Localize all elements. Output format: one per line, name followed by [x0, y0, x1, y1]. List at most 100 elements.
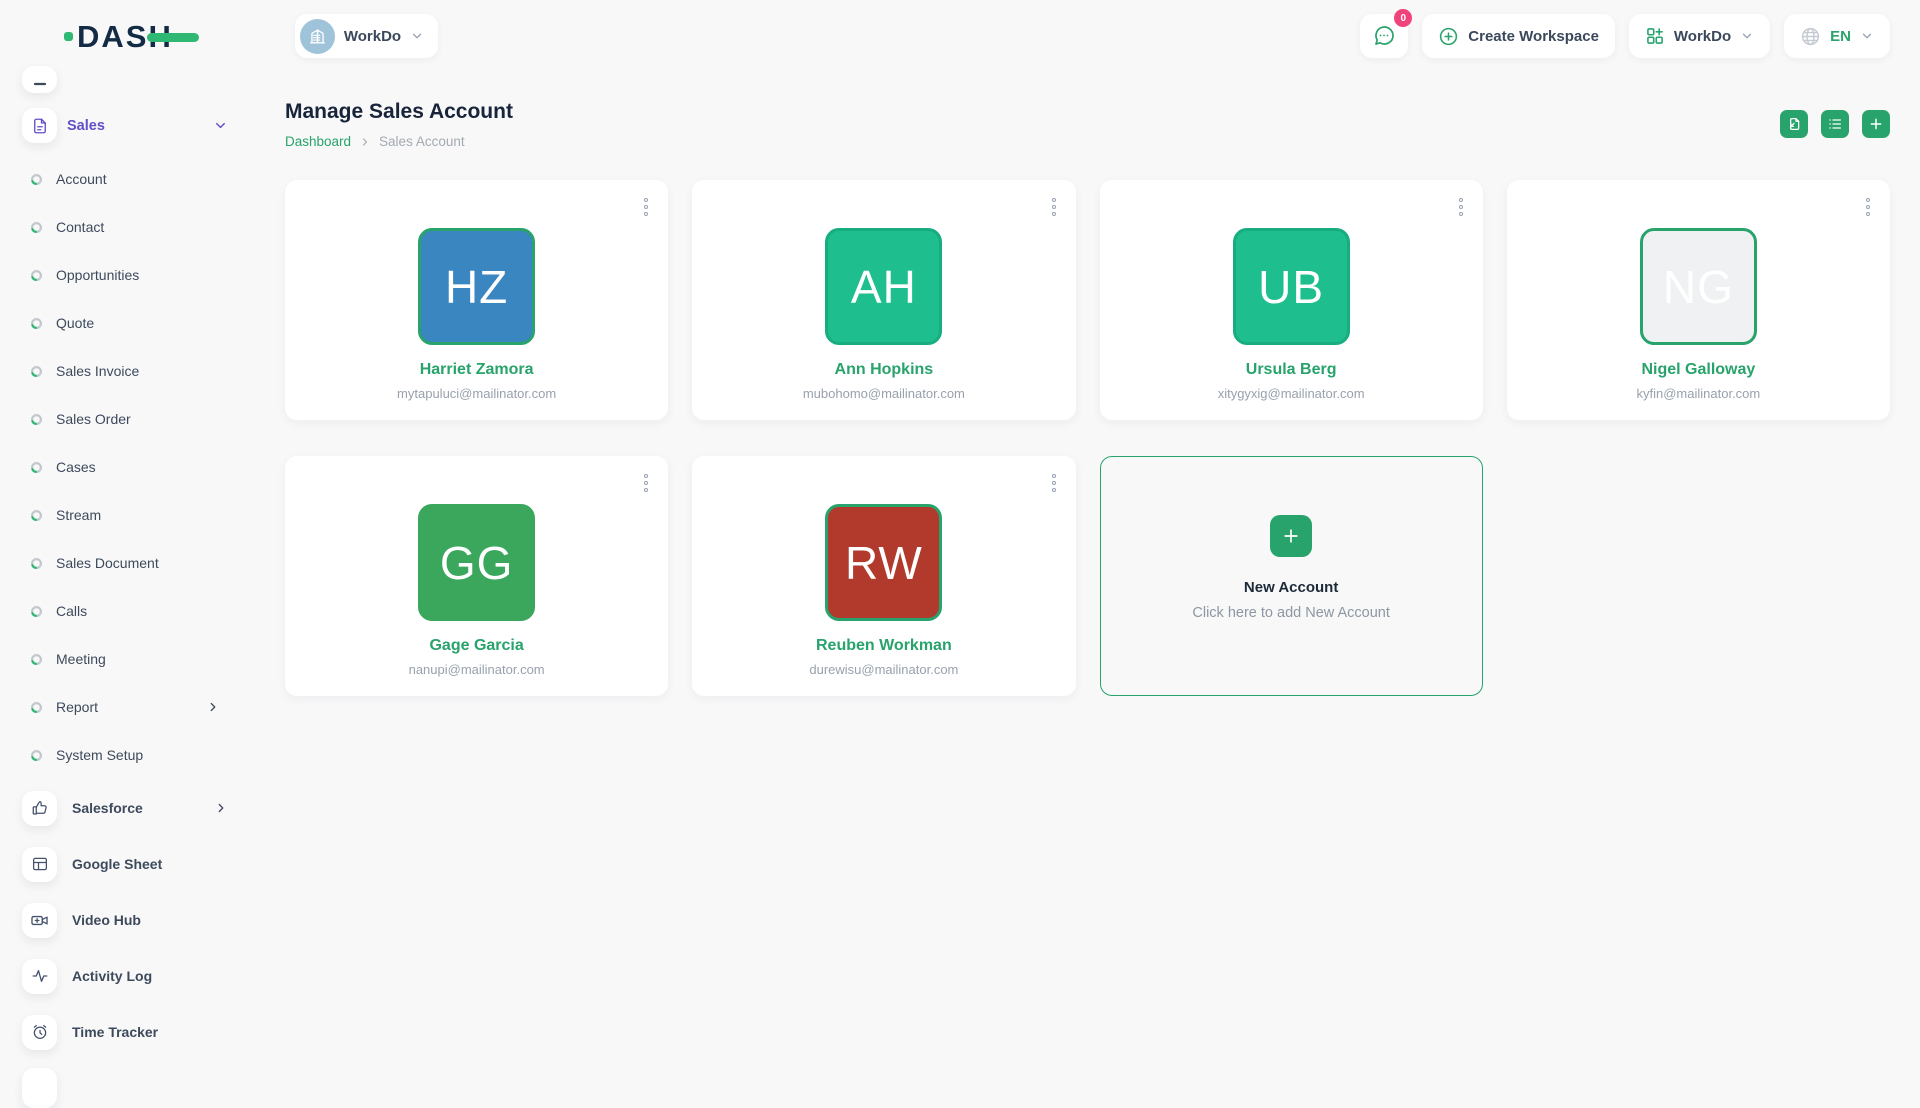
bullet-icon: [30, 413, 43, 426]
sidebar-item-activity-log[interactable]: Activity Log: [22, 948, 228, 1004]
app-logo[interactable]: DASH: [64, 21, 199, 52]
chevron-down-icon: [1860, 29, 1874, 43]
sidebar-subitem-9[interactable]: Calls: [22, 587, 220, 635]
account-name-link[interactable]: Ursula Berg: [1246, 361, 1337, 379]
sidebar-subitem-12[interactable]: System Setup: [22, 731, 220, 779]
account-avatar: HZ: [418, 228, 535, 345]
sidebar-subitem-label: Opportunities: [56, 267, 220, 283]
account-initials: UB: [1258, 260, 1324, 314]
account-card-2: UB Ursula Berg xitygyxig@mailinator.com: [1100, 180, 1483, 420]
account-name-link[interactable]: Nigel Galloway: [1641, 361, 1755, 379]
sidebar-subitem-7[interactable]: Stream: [22, 491, 220, 539]
new-account-subtitle: Click here to add New Account: [1192, 605, 1389, 621]
sidebar-item-salesforce[interactable]: Salesforce: [22, 780, 228, 836]
account-card-5: RW Reuben Workman durewisu@mailinator.co…: [692, 456, 1075, 696]
page-title: Manage Sales Account: [285, 100, 513, 124]
breadcrumb-dashboard-link[interactable]: Dashboard: [285, 134, 351, 149]
sidebar-subitem-1[interactable]: Contact: [22, 203, 220, 251]
new-account-card[interactable]: New Account Click here to add New Accoun…: [1100, 456, 1483, 696]
account-card-0: HZ Harriet Zamora mytapuluci@mailinator.…: [285, 180, 668, 420]
logo-dot-icon: [64, 32, 73, 41]
sidebar-subitem-5[interactable]: Sales Order: [22, 395, 220, 443]
sidebar-item-partial-bottom[interactable]: [22, 1068, 57, 1108]
card-menu-button[interactable]: [1048, 194, 1060, 220]
bullet-icon: [30, 269, 43, 282]
sidebar-item-video-hub-label: Video Hub: [72, 912, 228, 928]
plus-icon: [1281, 526, 1301, 546]
grid-plus-icon: [1645, 26, 1665, 46]
account-avatar: RW: [825, 504, 942, 621]
account-card-3: NG Nigel Galloway kyfin@mailinator.com: [1507, 180, 1890, 420]
list-view-button[interactable]: [1821, 110, 1849, 138]
add-icon: [1868, 116, 1884, 132]
account-initials: GG: [440, 536, 514, 590]
sidebar-item-time-tracker[interactable]: Time Tracker: [22, 1004, 228, 1060]
chevron-right-icon: [214, 801, 228, 815]
sidebar-item-google-sheet[interactable]: Google Sheet: [22, 836, 228, 892]
account-email: nanupi@mailinator.com: [409, 662, 545, 677]
alarm-clock-icon: [22, 1015, 57, 1050]
chevron-right-icon: [359, 136, 371, 148]
chevron-down-icon: [410, 29, 424, 43]
sidebar-subitem-0[interactable]: Account: [22, 155, 220, 203]
card-menu-button[interactable]: [1048, 470, 1060, 496]
page-toolbar: [1780, 110, 1890, 138]
account-name-link[interactable]: Ann Hopkins: [835, 361, 934, 379]
main-content: Manage Sales Account Dashboard Sales Acc…: [285, 72, 1890, 696]
workspace-menu-label: WorkDo: [1674, 28, 1731, 45]
list-view-icon: [1827, 116, 1843, 132]
chat-icon: [1372, 24, 1396, 48]
account-name-link[interactable]: Gage Garcia: [429, 637, 523, 655]
sidebar-integrations: Salesforce Google Sheet Video Hub: [22, 780, 260, 1060]
page-header: Manage Sales Account Dashboard Sales Acc…: [285, 100, 1890, 149]
add-account-button[interactable]: [1862, 110, 1890, 138]
sidebar-subitem-8[interactable]: Sales Document: [22, 539, 220, 587]
sidebar-subitem-3[interactable]: Quote: [22, 299, 220, 347]
thumbs-up-icon: [22, 791, 57, 826]
export-accounts-button[interactable]: [1780, 110, 1808, 138]
card-menu-button[interactable]: [640, 470, 652, 496]
workspace-switcher-label: WorkDo: [344, 28, 401, 45]
sidebar-subitem-10[interactable]: Meeting: [22, 635, 220, 683]
workspace-switcher[interactable]: WorkDo: [295, 14, 438, 58]
sidebar-subitem-11[interactable]: Report: [22, 683, 220, 731]
breadcrumb-current: Sales Account: [379, 134, 465, 149]
sidebar-item-sales[interactable]: Sales: [22, 108, 228, 143]
language-selector[interactable]: EN: [1784, 14, 1890, 58]
sidebar-subitem-6[interactable]: Cases: [22, 443, 220, 491]
bullet-icon: [30, 653, 43, 666]
bullet-icon: [30, 317, 43, 330]
workspace-menu-button[interactable]: WorkDo: [1629, 14, 1770, 58]
new-account-title: New Account: [1244, 579, 1338, 596]
sidebar-item-video-hub[interactable]: Video Hub: [22, 892, 228, 948]
account-name-link[interactable]: Reuben Workman: [816, 637, 952, 655]
create-workspace-button[interactable]: Create Workspace: [1422, 14, 1615, 58]
account-avatar: NG: [1640, 228, 1757, 345]
create-workspace-label: Create Workspace: [1468, 28, 1599, 45]
card-menu-button[interactable]: [1455, 194, 1467, 220]
bullet-icon: [30, 749, 43, 762]
account-name-link[interactable]: Harriet Zamora: [420, 361, 534, 379]
sidebar-subitem-4[interactable]: Sales Invoice: [22, 347, 220, 395]
video-camera-icon: [22, 903, 57, 938]
sidebar-subitem-label: Account: [56, 171, 220, 187]
sidebar-subitem-label: Report: [56, 699, 193, 715]
card-menu-button[interactable]: [640, 194, 652, 220]
plus-circle-icon: [1438, 26, 1459, 47]
messages-button[interactable]: 0: [1360, 14, 1408, 58]
sidebar-subitem-2[interactable]: Opportunities: [22, 251, 220, 299]
topbar-actions: 0 Create Workspace WorkDo: [1360, 14, 1890, 58]
breadcrumb: Dashboard Sales Account: [285, 134, 513, 149]
card-menu-button[interactable]: [1862, 194, 1874, 220]
chevron-right-icon: [206, 700, 220, 714]
account-card-4: GG Gage Garcia nanupi@mailinator.com: [285, 456, 668, 696]
new-account-plus-button[interactable]: [1270, 515, 1312, 557]
bullet-icon: [30, 605, 43, 618]
account-avatar: GG: [418, 504, 535, 621]
bullet-icon: [30, 221, 43, 234]
sidebar-subitem-label: Calls: [56, 603, 220, 619]
account-avatar: AH: [825, 228, 942, 345]
account-avatar: UB: [1233, 228, 1350, 345]
bullet-icon: [30, 365, 43, 378]
account-initials: AH: [851, 260, 917, 314]
